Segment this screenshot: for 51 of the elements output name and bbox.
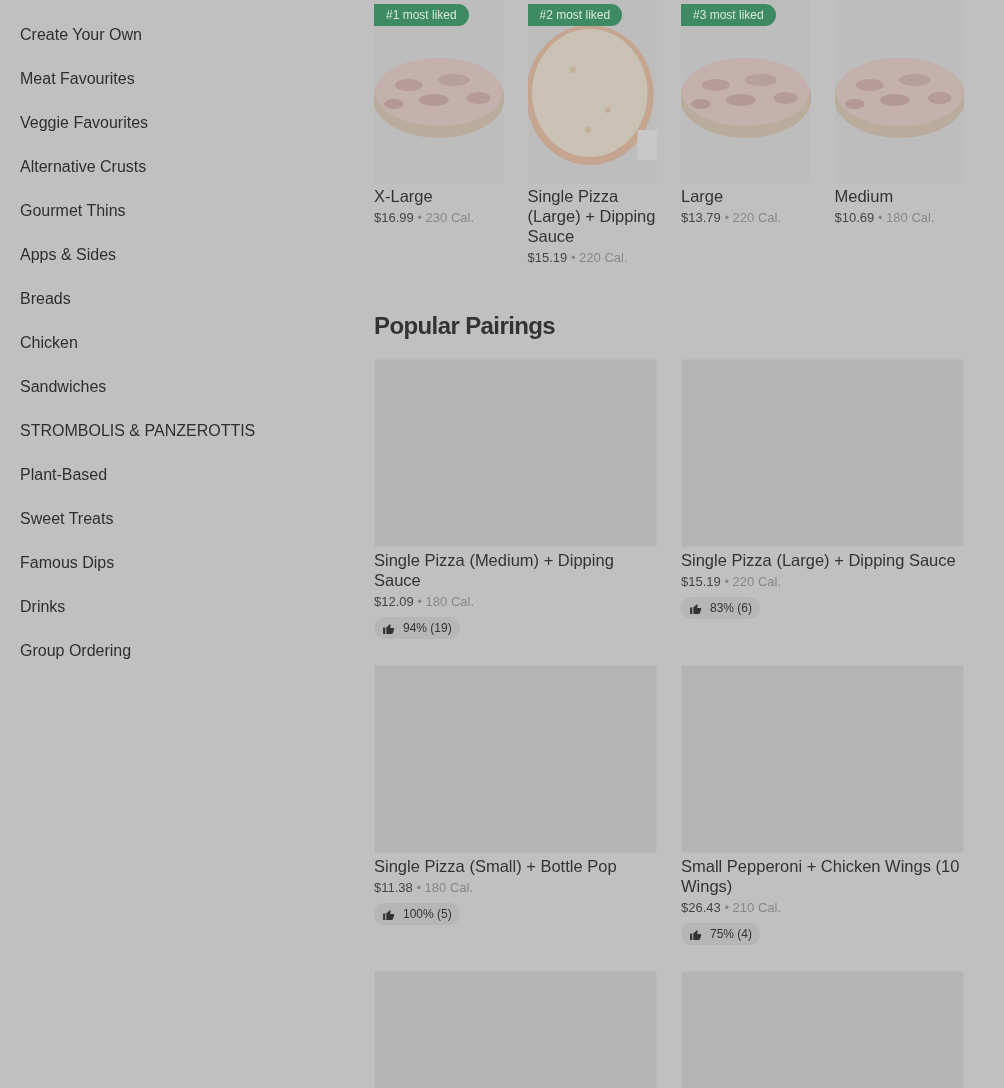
category-link[interactable]: Meat Favourites — [20, 67, 374, 111]
category-link[interactable]: Drinks — [20, 595, 374, 639]
category-link[interactable]: Alternative Crusts — [20, 155, 374, 199]
menu-item-card[interactable]: Single Pizza (Large) + Dipping Sauce $15.19 • 220 Cal. 83% (6) — [681, 359, 964, 665]
thumbs-up-icon — [382, 907, 395, 921]
menu-item-card[interactable]: #3 most liked Large $13.79 • 220 Cal. — [681, 0, 811, 268]
section-heading: Popular Pairings — [374, 311, 557, 341]
rating-badge: 100% (5) — [374, 903, 460, 925]
category-link[interactable]: Gourmet Thins — [20, 199, 374, 243]
item-name: Single Pizza (Small) + Bottle Pop — [374, 856, 618, 876]
thumbs-up-icon — [689, 601, 702, 615]
rating-badge: 83% (6) — [681, 597, 761, 619]
item-name: X-Large — [374, 186, 434, 206]
item-price: $10.69 • 180 Cal. — [834, 209, 936, 227]
category-link[interactable]: Veggie Favourites — [20, 111, 374, 155]
most-liked-badge: #2 most liked — [527, 4, 623, 26]
menu-item-card[interactable]: Small Pepperoni + Chicken Wings (10 Wings) $26.43 • 210 Cal. 75% (4) — [681, 665, 964, 971]
item-name: Medium — [834, 186, 895, 206]
category-link[interactable]: Famous Dips — [20, 551, 374, 595]
category-link[interactable]: Breads — [20, 287, 374, 331]
item-price: $15.19 • 220 Cal. — [527, 249, 629, 267]
item-price: $26.43 • 210 Cal. — [681, 899, 782, 917]
most-liked-badge: #1 most liked — [374, 4, 469, 26]
item-name: Small Pepperoni + Chicken Wings (10 Wings) — [681, 856, 961, 896]
category-link[interactable]: Chicken — [20, 331, 374, 375]
item-price: $15.19 • 220 Cal. — [681, 573, 782, 591]
rating-badge: 75% (4) — [681, 923, 761, 945]
category-link[interactable]: Apps & Sides — [20, 243, 374, 287]
category-link[interactable]: STROMBOLIS & PANZEROTTIS — [20, 419, 374, 463]
item-price: $12.09 • 180 Cal. — [374, 593, 475, 611]
menu-item-card[interactable]: #1 most liked X-Large $16.99 • 230 Cal. — [374, 0, 504, 268]
menu-item-card[interactable]: Single Pizza (Small) + Bottle Pop $11.38 • 180 Cal. 100% (5) — [374, 665, 657, 971]
category-link[interactable]: Sandwiches — [20, 375, 374, 419]
category-link[interactable]: Sweet Treats — [20, 507, 374, 551]
category-link[interactable]: Plant-Based — [20, 463, 374, 507]
item-name: Large — [681, 186, 725, 206]
category-link[interactable]: Create Your Own — [20, 23, 374, 67]
item-name: Single Pizza (Large) + Dipping Sauce — [527, 186, 657, 246]
most-liked-badge: #3 most liked — [681, 4, 776, 26]
menu-item-card[interactable]: Single Pizza (Medium) + Dipping Sauce $12.09 • 180 Cal. 94% (19) — [374, 359, 657, 665]
item-price: $16.99 • 230 Cal. — [374, 209, 475, 227]
thumbs-up-icon — [382, 621, 395, 635]
item-price: $13.79 • 220 Cal. — [681, 209, 782, 227]
category-link[interactable]: Group Ordering — [20, 639, 374, 683]
item-name: Single Pizza (Medium) + Dipping Sauce — [374, 550, 615, 590]
thumbs-up-icon — [689, 927, 702, 941]
menu-item-card[interactable]: Medium $10.69 • 180 Cal. — [834, 0, 964, 268]
rating-badge: 94% (19) — [374, 617, 460, 639]
item-name: Single Pizza (Large) + Dipping Sauce — [681, 550, 957, 570]
item-price: $11.38 • 180 Cal. — [374, 879, 475, 897]
menu-item-card[interactable]: #2 most liked Single Pizza (Large) + Dipping Sauce $15.19 • 220 Cal. — [527, 0, 657, 268]
